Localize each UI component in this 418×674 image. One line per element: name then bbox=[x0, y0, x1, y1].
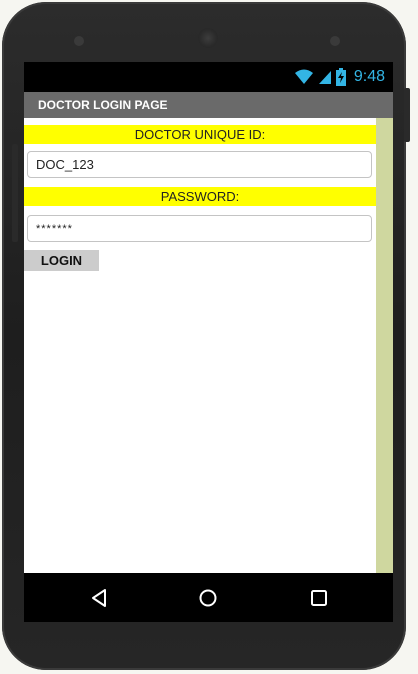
recents-square-icon bbox=[311, 590, 327, 606]
page-title: DOCTOR LOGIN PAGE bbox=[38, 98, 168, 112]
battery-charging-icon bbox=[335, 68, 346, 86]
doctor-id-input[interactable] bbox=[27, 151, 372, 178]
password-label: PASSWORD: bbox=[24, 187, 376, 206]
front-sensor bbox=[74, 36, 84, 46]
status-bar: 9:48 bbox=[24, 62, 393, 92]
login-form: DOCTOR UNIQUE ID: PASSWORD: LOGIN bbox=[24, 118, 393, 573]
login-button[interactable]: LOGIN bbox=[24, 250, 99, 271]
back-button[interactable] bbox=[86, 585, 112, 611]
scroll-strip bbox=[376, 118, 393, 573]
recents-button[interactable] bbox=[306, 585, 332, 611]
doctor-id-label: DOCTOR UNIQUE ID: bbox=[24, 125, 376, 144]
volume-button bbox=[12, 144, 18, 242]
home-button[interactable] bbox=[195, 585, 221, 611]
screen: 9:48 DOCTOR LOGIN PAGE DOCTOR UNIQUE ID:… bbox=[24, 62, 393, 622]
phone-frame: 9:48 DOCTOR LOGIN PAGE DOCTOR UNIQUE ID:… bbox=[2, 2, 410, 670]
password-input[interactable] bbox=[27, 215, 372, 242]
power-button bbox=[404, 88, 410, 142]
back-triangle-icon bbox=[92, 589, 106, 607]
home-circle-icon bbox=[199, 589, 217, 607]
status-icons: 9:48 bbox=[294, 66, 385, 88]
signal-icon bbox=[318, 71, 331, 84]
status-time: 9:48 bbox=[353, 68, 385, 85]
navigation-bar bbox=[24, 573, 393, 622]
front-camera bbox=[198, 28, 218, 48]
front-sensor-right bbox=[330, 36, 340, 46]
wifi-icon bbox=[294, 69, 313, 84]
app-title-bar: DOCTOR LOGIN PAGE bbox=[24, 92, 393, 118]
